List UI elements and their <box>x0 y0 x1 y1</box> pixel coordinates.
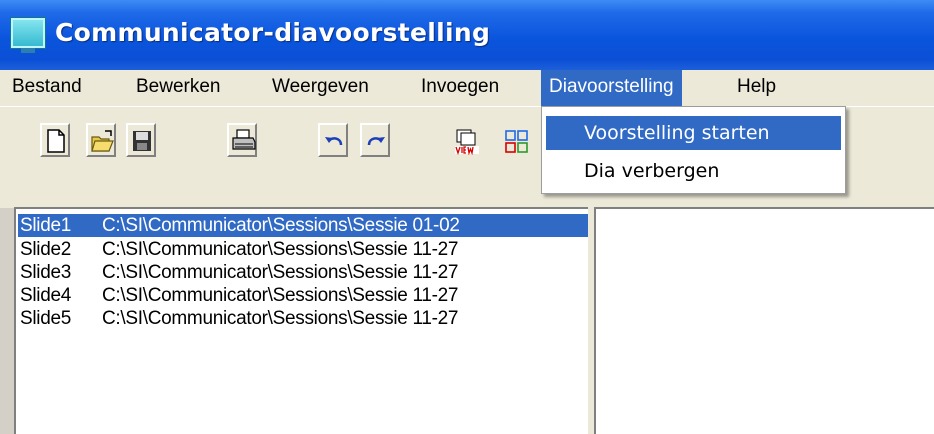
slide-name: Slide1 <box>20 215 72 236</box>
slide-path: C:\SI\Communicator\Sessions\Sessie 11-27 <box>102 285 459 306</box>
slide-row-3[interactable]: Slide3 C:\SI\Communicator\Sessions\Sessie… <box>20 261 459 284</box>
slide-preview-panel <box>594 207 934 434</box>
menu-item-voorstelling-starten[interactable]: Voorstelling starten <box>546 116 841 150</box>
slide-row-2[interactable]: Slide2 C:\SI\Communicator\Sessions\Sessie… <box>20 238 459 261</box>
undo-icon <box>325 137 343 146</box>
menu-weergeven[interactable]: Weergeven <box>264 70 377 106</box>
menu-bewerken[interactable]: Bewerken <box>128 70 229 106</box>
grid-icon <box>505 130 528 153</box>
grid-button[interactable] <box>500 123 540 157</box>
slide-row-1[interactable]: Slide1 C:\SI\Communicator\Sessions\Sessie… <box>18 214 588 237</box>
new-icon <box>47 129 65 153</box>
menu-help[interactable]: Help <box>729 70 784 106</box>
menu-diavoorstelling[interactable]: Diavoorstelling <box>541 70 682 106</box>
title-bar[interactable]: Communicator-diavoorstelling <box>0 0 934 70</box>
slide-path: C:\SI\Communicator\Sessions\Sessie 11-27 <box>102 262 459 283</box>
menu-bar: Bestand Bewerken Weergeven Invoegen Diav… <box>0 70 934 106</box>
undo-button[interactable] <box>318 123 348 157</box>
slide-list[interactable]: Slide1 C:\SI\Communicator\Sessions\Sessie… <box>14 207 590 434</box>
menu-item-dia-verbergen[interactable]: Dia verbergen <box>546 154 841 188</box>
open-icon <box>91 130 114 152</box>
print-icon <box>232 129 256 150</box>
view-button[interactable] <box>450 123 480 157</box>
new-button[interactable] <box>40 123 70 157</box>
slide-row-5[interactable]: Slide5 C:\SI\Communicator\Sessions\Sessie… <box>20 307 459 330</box>
diavoorstelling-dropdown: Voorstelling starten Dia verbergen <box>541 106 846 194</box>
slide-name: Slide2 <box>20 239 72 260</box>
app-monitor-icon <box>10 17 46 53</box>
save-icon <box>133 131 151 151</box>
slide-name: Slide5 <box>20 308 72 329</box>
redo-button[interactable] <box>360 123 390 157</box>
slide-path: C:\SI\Communicator\Sessions\Sessie 11-27 <box>102 239 459 260</box>
menu-invoegen[interactable]: Invoegen <box>413 70 507 106</box>
redo-icon <box>367 137 385 146</box>
menu-bestand[interactable]: Bestand <box>4 70 90 106</box>
window-title: Communicator-diavoorstelling <box>55 18 491 47</box>
slide-name: Slide3 <box>20 262 72 283</box>
open-button[interactable] <box>86 123 116 157</box>
slide-path: C:\SI\Communicator\Sessions\Sessie 11-27 <box>102 308 459 329</box>
view-icon <box>455 129 479 155</box>
slide-row-4[interactable]: Slide4 C:\SI\Communicator\Sessions\Sessie… <box>20 284 459 307</box>
slide-name: Slide4 <box>20 285 72 306</box>
slide-path: C:\SI\Communicator\Sessions\Sessie 01-02 <box>102 215 460 236</box>
print-button[interactable] <box>227 123 257 157</box>
save-button[interactable] <box>126 123 156 157</box>
